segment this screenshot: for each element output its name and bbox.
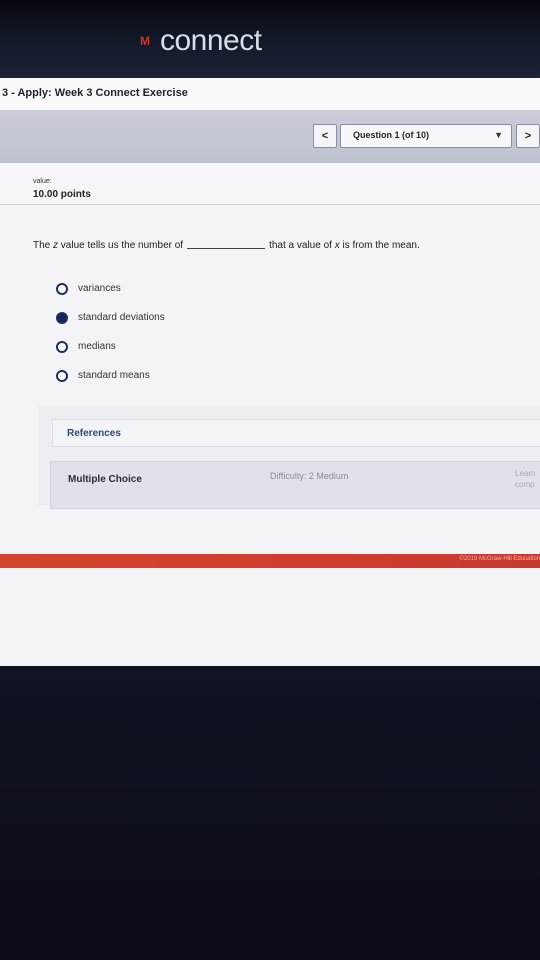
question-nav-bar: < Question 1 (of 10) ▼ > [0,111,540,163]
references-header[interactable]: References [52,419,540,447]
value-section: value: 10.00 points [0,164,540,205]
learning-line1: Learn [515,469,536,478]
learning-line2: comp [515,480,535,489]
assignment-title: 3 - Apply: Week 3 Connect Exercise [2,87,188,99]
radio-button[interactable] [56,340,68,353]
references-title: References [67,428,121,439]
radio-button[interactable] [56,282,68,295]
learning-objective: Learn comp [515,468,535,490]
footer-bar: ©2019 McGraw-Hill Education [0,554,540,568]
option-label: standard deviations [78,312,165,323]
question-part4: is from the mean. [339,240,420,251]
references-row: Multiple Choice Difficulty: 2 Medium Lea… [50,461,540,509]
radio-button[interactable] [56,369,68,382]
prev-question-button[interactable]: < [313,124,337,148]
option-variances[interactable]: variances [56,274,165,303]
connect-logo: M connect [140,24,262,58]
question-type: Multiple Choice [68,474,142,485]
assignment-bar: 3 - Apply: Week 3 Connect Exercise [0,78,540,111]
option-label: medians [78,341,116,352]
question-part3: that a value of [269,240,335,251]
question-select-label: Question 1 (of 10) [353,130,430,140]
difficulty-label: Difficulty: 2 Medium [270,471,349,481]
next-question-button[interactable]: > [516,124,540,148]
answer-options: variances standard deviations medians st… [56,274,165,390]
question-part2: value tells us the number of [58,240,184,251]
caret-down-icon: ▼ [494,130,503,140]
assignment-screen: 3 - Apply: Week 3 Connect Exercise < Que… [0,78,540,666]
value-label: value: [33,178,52,185]
answer-blank [187,248,266,249]
app-header: M connect [0,0,540,78]
option-label: variances [78,283,121,294]
option-medians[interactable]: medians [56,332,165,361]
option-standard-means[interactable]: standard means [56,361,165,390]
option-standard-deviations[interactable]: standard deviations [56,303,165,332]
value-points: 10.00 points [33,189,91,200]
monitor-bezel [0,666,540,960]
radio-button-selected[interactable] [56,311,68,324]
copyright-text: ©2019 McGraw-Hill Education [459,556,540,562]
question-part1: The [33,240,54,251]
mcgraw-hill-logo-icon: M [140,34,150,48]
question-text: The z value tells us the number of that a… [33,240,420,251]
question-select[interactable]: Question 1 (of 10) ▼ [340,124,512,148]
option-label: standard means [78,370,150,381]
logo-text: connect [160,24,262,57]
references-panel: References Multiple Choice Difficulty: 2… [38,405,540,509]
